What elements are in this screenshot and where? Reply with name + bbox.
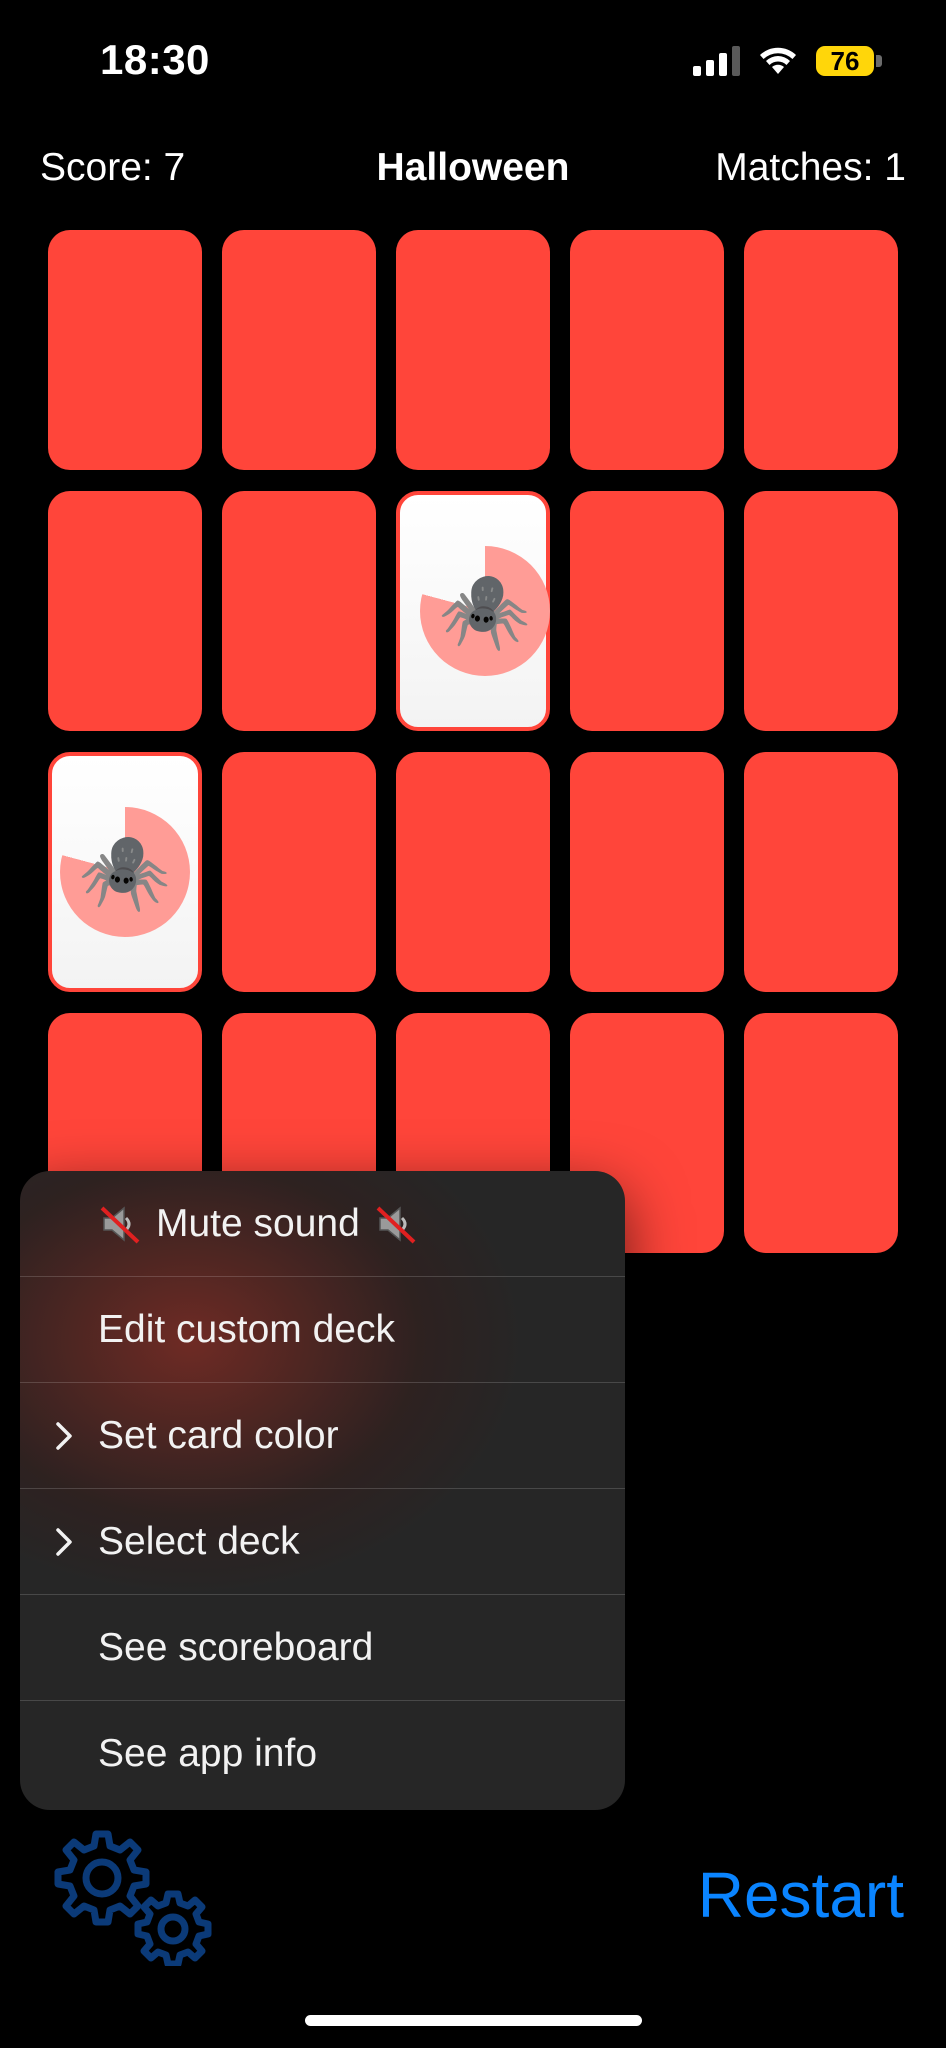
game-header: Score: 7 Halloween Matches: 1 [0,140,946,200]
matches-label: Matches: 1 [715,146,906,189]
menu-item-edit-custom-deck[interactable]: Edit custom deck [20,1277,625,1383]
card-facedown[interactable] [396,230,550,470]
gears-icon[interactable] [48,1826,218,1966]
home-indicator[interactable] [305,2015,642,2026]
card-facedown[interactable] [48,230,202,470]
card-facedown[interactable] [744,752,898,992]
card-facedown[interactable] [744,230,898,470]
menu-item-set-card-color[interactable]: Set card color [20,1383,625,1489]
card-faceup[interactable]: 🕷️ [396,491,550,731]
mute-speaker-icon [100,1205,140,1243]
status-time: 18:30 [100,36,210,83]
wifi-icon [760,47,796,74]
menu-item-mute-sound[interactable]: Mute sound [20,1171,625,1277]
see-scoreboard-label: See scoreboard [98,1625,374,1669]
mute-speaker-icon [376,1205,416,1243]
menu-item-see-app-info[interactable]: See app info [20,1701,625,1807]
timer-pie: 🕷️ [60,807,190,937]
card-facedown[interactable] [570,230,724,470]
card-facedown[interactable] [222,230,376,470]
card-facedown[interactable] [744,491,898,731]
restart-button[interactable]: Restart [698,1858,904,1932]
spider-icon: 🕷️ [78,830,172,913]
mute-sound-row: Mute sound [98,1202,418,1246]
card-facedown[interactable] [222,491,376,731]
see-app-info-label: See app info [98,1732,318,1775]
mute-sound-label: Mute sound [156,1201,360,1245]
card-facedown[interactable] [48,491,202,731]
battery-indicator: 76 [816,46,874,76]
cellular-signal-icon [693,46,740,76]
edit-custom-deck-label: Edit custom deck [98,1307,395,1351]
set-card-color-label: Set card color [98,1413,339,1457]
menu-item-select-deck[interactable]: Select deck [20,1489,625,1595]
battery-cap [876,55,882,67]
menu-item-see-scoreboard[interactable]: See scoreboard [20,1595,625,1701]
timer-pie: 🕷️ [420,546,550,676]
settings-menu: Mute sound Edit custom deck Set card col… [20,1171,625,1810]
chevron-right-icon [56,1527,72,1556]
card-facedown[interactable] [222,752,376,992]
spider-icon: 🕷️ [438,569,532,652]
chevron-right-icon [56,1421,72,1450]
select-deck-label: Select deck [98,1519,300,1563]
card-faceup[interactable]: 🕷️ [48,752,202,992]
card-facedown[interactable] [396,752,550,992]
card-facedown[interactable] [570,752,724,992]
screen: 18:30 76 Score: 7 Halloween Matches: 1 🕷… [0,0,946,2048]
card-facedown[interactable] [744,1013,898,1253]
card-facedown[interactable] [570,491,724,731]
status-icons: 76 [693,46,882,76]
